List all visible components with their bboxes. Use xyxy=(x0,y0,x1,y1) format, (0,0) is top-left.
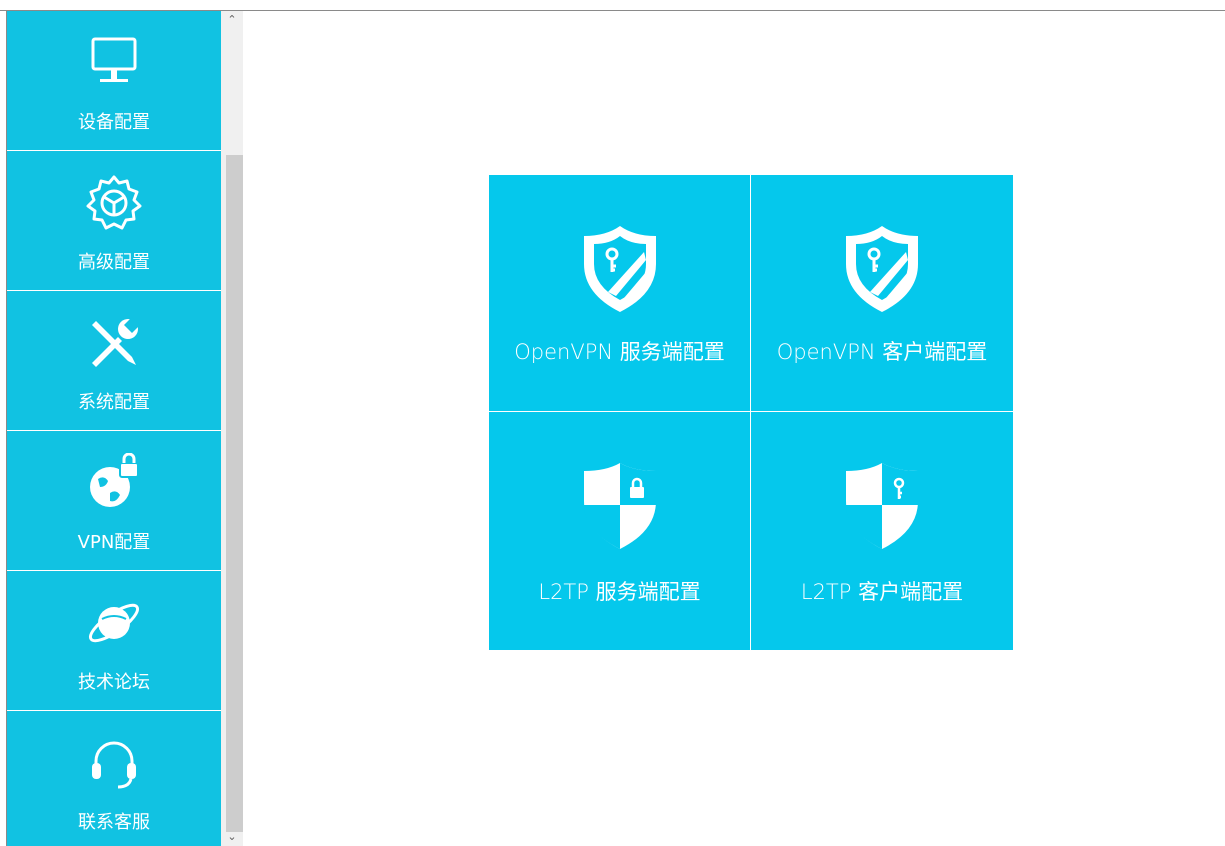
globe-lock-icon xyxy=(84,453,144,513)
shield-key-icon xyxy=(572,220,668,316)
scroll-up-arrow-icon[interactable]: ⌃ xyxy=(221,11,243,29)
sidebar-item-label: VPN配置 xyxy=(77,532,151,553)
sidebar-item-label: 系统配置 xyxy=(78,392,150,413)
vpn-config-tiles: OpenVPN 服务端配置 OpenVPN 客户端配置 L2TP 服务端配置 L… xyxy=(489,175,1013,650)
sidebar-item-advanced-config[interactable]: 高级配置 xyxy=(7,151,221,291)
tile-label: OpenVPN 服务端配置 xyxy=(514,340,725,364)
monitor-icon xyxy=(84,33,144,93)
openvpn-server-config-tile[interactable]: OpenVPN 服务端配置 xyxy=(489,175,750,411)
shield-key-icon xyxy=(834,457,930,553)
sidebar-item-device-config[interactable]: 设备配置 xyxy=(7,11,221,151)
planet-icon xyxy=(84,593,144,653)
tile-label: L2TP 服务端配置 xyxy=(538,580,701,604)
sidebar-item-tech-forum[interactable]: 技术论坛 xyxy=(7,571,221,711)
scroll-thumb[interactable] xyxy=(226,155,243,832)
sidebar-item-label: 设备配置 xyxy=(78,112,150,133)
openvpn-client-config-tile[interactable]: OpenVPN 客户端配置 xyxy=(751,175,1013,411)
settings-gear-icon xyxy=(84,173,144,233)
headset-icon xyxy=(84,733,144,793)
sidebar-item-label: 技术论坛 xyxy=(78,672,150,693)
tile-label: L2TP 客户端配置 xyxy=(800,580,964,604)
l2tp-client-config-tile[interactable]: L2TP 客户端配置 xyxy=(751,412,1013,650)
sidebar-scrollbar[interactable]: ⌃ ⌄ xyxy=(221,11,243,846)
tools-icon xyxy=(84,313,144,373)
l2tp-server-config-tile[interactable]: L2TP 服务端配置 xyxy=(489,412,750,650)
scroll-down-arrow-icon[interactable]: ⌄ xyxy=(221,828,243,846)
sidebar-item-vpn-config[interactable]: VPN配置 xyxy=(7,431,221,571)
shield-lock-icon xyxy=(572,457,668,553)
sidebar-item-label: 高级配置 xyxy=(78,252,150,273)
sidebar-item-label: 联系客服 xyxy=(78,812,150,833)
tile-label: OpenVPN 客户端配置 xyxy=(776,340,988,364)
shield-key-icon xyxy=(834,220,930,316)
sidebar: 设备配置 高级配置 系统配置 VPN配置 技术论坛 联系客服 xyxy=(7,11,221,846)
sidebar-item-system-config[interactable]: 系统配置 xyxy=(7,291,221,431)
sidebar-item-contact-support[interactable]: 联系客服 xyxy=(7,711,221,846)
